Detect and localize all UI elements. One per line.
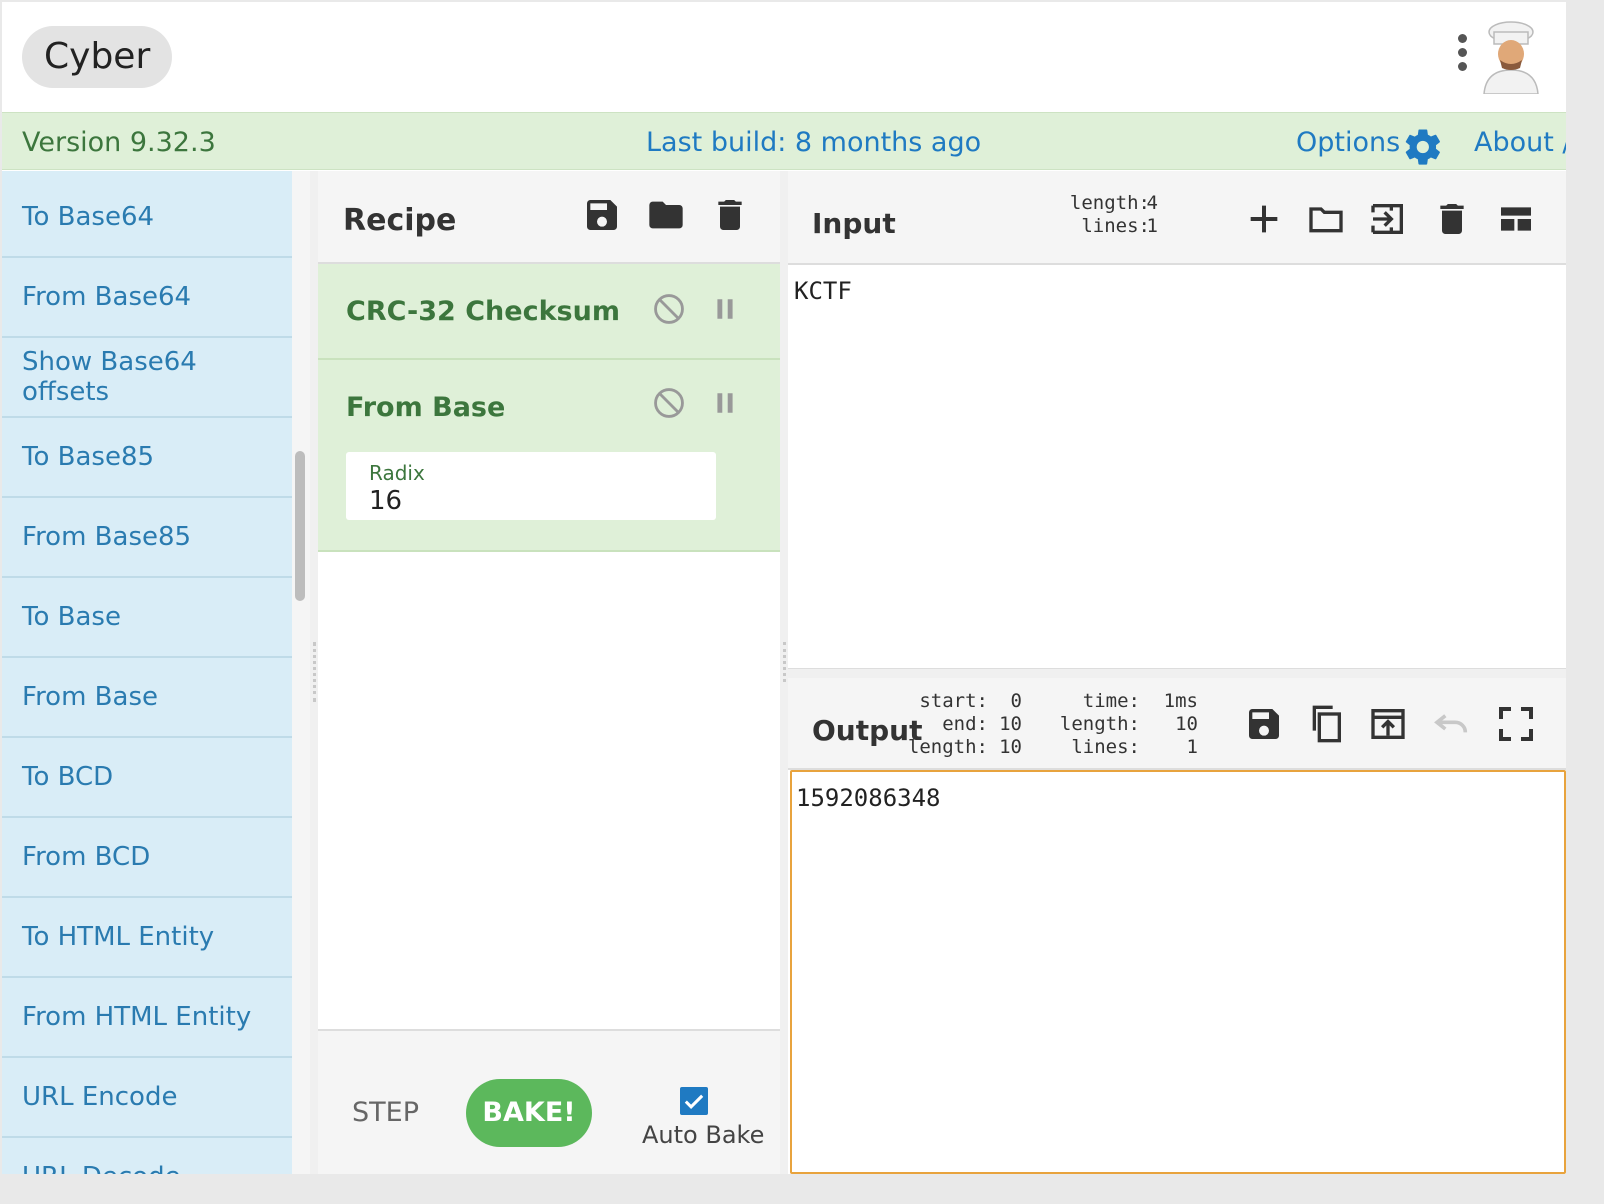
output-panel: Output start: end: length: 0 10 10 time:… — [788, 678, 1566, 770]
save-recipe-icon[interactable] — [582, 195, 622, 235]
operation-item[interactable]: Show Base64 offsets — [2, 338, 292, 418]
save-output-icon[interactable] — [1244, 704, 1284, 744]
cyberchef-window: Cyber Version 9.32.3 Last build: 8 month… — [2, 2, 1566, 1174]
output-time-value: 1ms — [1163, 690, 1198, 712]
disable-op-icon[interactable] — [652, 386, 686, 420]
output-stat-labels: time: length: lines: — [1050, 690, 1140, 759]
recipe-footer: STEP BAKE! Auto Bake — [318, 1029, 780, 1174]
input-header: Input length: lines: 4 1 — [788, 171, 1566, 265]
recipe-io-resize-handle[interactable] — [783, 642, 786, 682]
input-stat-labels: length: lines: — [1040, 192, 1150, 238]
input-length-label: length: — [1069, 192, 1150, 214]
recipe-op-crc32[interactable]: CRC-32 Checksum — [318, 264, 780, 360]
operations-scrollbar[interactable] — [295, 451, 305, 601]
output-length-label: length: — [1059, 713, 1140, 735]
clear-recipe-trash-icon[interactable] — [710, 195, 750, 235]
open-file-input-icon[interactable] — [1368, 199, 1408, 239]
undo-icon[interactable] — [1432, 704, 1472, 744]
version-label: Version 9.32.3 — [22, 127, 216, 158]
version-bar: Version 9.32.3 Last build: 8 months ago … — [2, 112, 1566, 170]
radix-label: Radix — [369, 461, 425, 485]
input-lines-value: 1 — [1146, 215, 1158, 237]
output-time-label: time: — [1082, 690, 1140, 712]
input-panel: Input length: lines: 4 1 KCTF — [788, 171, 1566, 668]
bake-button[interactable]: BAKE! — [466, 1079, 592, 1147]
input-length-value: 4 — [1146, 192, 1158, 214]
recipe-op-from-base[interactable]: From Base Radix 16 — [318, 360, 780, 552]
output-lines-label: lines: — [1071, 736, 1140, 758]
io-resize-divider[interactable] — [788, 668, 1566, 678]
operation-item[interactable]: From HTML Entity — [2, 978, 292, 1058]
gear-icon[interactable] — [1402, 126, 1444, 168]
output-text-area[interactable]: 1592086348 — [790, 770, 1566, 1174]
operation-item[interactable]: To HTML Entity — [2, 898, 292, 978]
maximise-output-icon[interactable] — [1496, 704, 1536, 744]
breakpoint-pause-icon[interactable] — [712, 296, 738, 322]
recipe-op-name: CRC-32 Checksum — [346, 296, 620, 327]
top-banner: Cyber — [2, 2, 1566, 112]
operation-item[interactable]: URL Decode — [2, 1138, 292, 1174]
copy-output-icon[interactable] — [1306, 704, 1346, 744]
breakpoint-pause-icon[interactable] — [712, 390, 738, 416]
clear-input-trash-icon[interactable] — [1432, 199, 1472, 239]
operation-item[interactable]: To Base — [2, 578, 292, 658]
output-start-label: start: — [919, 690, 988, 712]
more-options-icon[interactable] — [1452, 34, 1472, 80]
recipe-panel: Recipe CRC-32 Checksum From Base Radix 1… — [318, 171, 780, 1174]
output-lines-value: 1 — [1186, 736, 1198, 758]
operations-scroll-track — [292, 171, 310, 1174]
auto-bake-checkbox[interactable] — [680, 1087, 708, 1115]
output-stat-values: 1ms 10 1 — [1150, 690, 1198, 759]
output-sel-labels: start: end: length: — [898, 690, 988, 759]
auto-bake-label: Auto Bake — [642, 1121, 765, 1149]
reset-layout-icon[interactable] — [1496, 199, 1536, 239]
output-sel-values: 0 10 10 — [988, 690, 1022, 759]
load-recipe-folder-icon[interactable] — [646, 195, 686, 235]
checkmark-icon — [684, 1094, 704, 1109]
radix-value[interactable]: 16 — [369, 486, 402, 516]
output-sel-length-value: 10 — [999, 736, 1022, 758]
output-end-value: 10 — [999, 713, 1022, 735]
recipe-header: Recipe — [318, 171, 780, 264]
recipe-title: Recipe — [343, 203, 457, 238]
operation-item[interactable]: From BCD — [2, 818, 292, 898]
recipe-op-name: From Base — [346, 392, 506, 423]
replace-input-with-output-icon[interactable] — [1368, 704, 1408, 744]
output-text[interactable]: 1592086348 — [796, 784, 941, 812]
about-link[interactable]: About / — [1474, 127, 1566, 158]
operation-item[interactable]: From Base — [2, 658, 292, 738]
last-build-link[interactable]: Last build: 8 months ago — [646, 127, 981, 158]
options-link[interactable]: Options — [1296, 127, 1400, 158]
operations-list: To Base64 From Base64 Show Base64 offsets T… — [2, 171, 292, 1174]
output-start-value: 0 — [1010, 690, 1022, 712]
disable-op-icon[interactable] — [652, 292, 686, 326]
operation-item[interactable]: To BCD — [2, 738, 292, 818]
operation-item[interactable]: URL Encode — [2, 1058, 292, 1138]
radix-field[interactable]: Radix 16 — [346, 452, 716, 520]
operation-item[interactable]: From Base85 — [2, 498, 292, 578]
input-text[interactable]: KCTF — [794, 277, 852, 305]
open-folder-icon[interactable] — [1306, 199, 1346, 239]
operation-item[interactable]: To Base85 — [2, 418, 292, 498]
operation-item[interactable]: To Base64 — [2, 178, 292, 258]
chef-avatar-icon — [1483, 21, 1539, 94]
input-stat-values: 4 1 — [1140, 192, 1158, 238]
step-button[interactable]: STEP — [352, 1097, 419, 1128]
sidebar-resize-handle[interactable] — [313, 642, 316, 702]
output-length-value: 10 — [1175, 713, 1198, 735]
add-input-tab-icon[interactable] — [1244, 199, 1284, 239]
output-sel-length-label: length: — [907, 736, 988, 758]
logo-text: Cyber — [22, 26, 173, 88]
input-title: Input — [812, 207, 896, 240]
output-end-label: end: — [942, 713, 988, 735]
operation-item[interactable]: From Base64 — [2, 258, 292, 338]
output-header: Output start: end: length: 0 10 10 time:… — [788, 678, 1566, 770]
